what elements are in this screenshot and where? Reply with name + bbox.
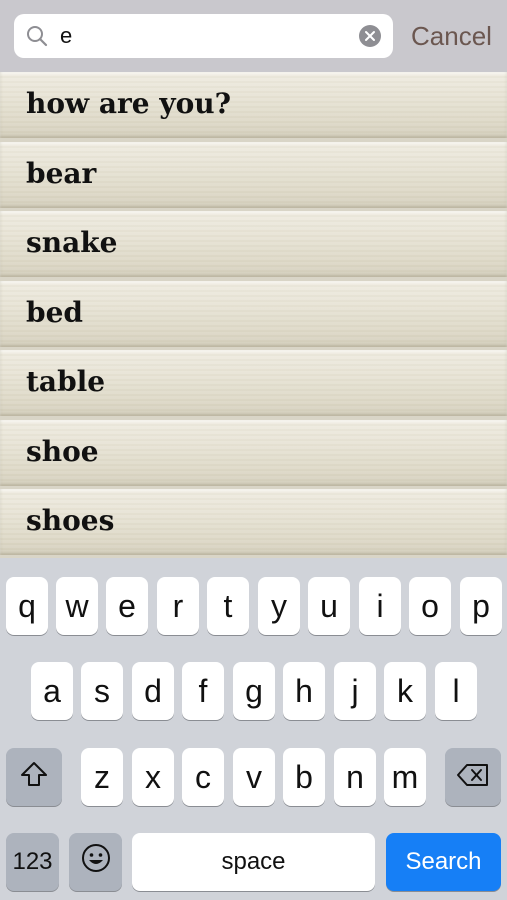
key-d[interactable]: d: [132, 662, 174, 720]
search-input[interactable]: [60, 22, 360, 50]
key-h[interactable]: h: [283, 662, 325, 720]
key-v[interactable]: v: [233, 748, 275, 806]
results-list: how are you? bear snake bed table shoe s…: [0, 72, 507, 558]
key-m[interactable]: m: [384, 748, 426, 806]
result-row[interactable]: table: [0, 350, 507, 416]
key-g[interactable]: g: [233, 662, 275, 720]
keyboard: q w e r t y u i o p a s d f g h j k l z …: [0, 558, 507, 900]
key-x[interactable]: x: [132, 748, 174, 806]
result-row[interactable]: snake: [0, 211, 507, 277]
key-y[interactable]: y: [258, 577, 300, 635]
key-t[interactable]: t: [207, 577, 249, 635]
delete-key[interactable]: [445, 748, 501, 806]
result-row[interactable]: shoes: [0, 489, 507, 555]
key-n[interactable]: n: [334, 748, 376, 806]
key-k[interactable]: k: [384, 662, 426, 720]
result-label: bear: [26, 157, 97, 190]
emoji-icon: [80, 842, 112, 882]
key-r[interactable]: r: [157, 577, 199, 635]
key-c[interactable]: c: [182, 748, 224, 806]
result-label: shoes: [26, 504, 115, 537]
result-label: shoe: [26, 435, 99, 468]
search-header: Cancel: [0, 0, 507, 72]
key-l[interactable]: l: [435, 662, 477, 720]
shift-key[interactable]: [6, 748, 62, 806]
result-label: table: [26, 365, 106, 398]
clear-search-icon[interactable]: [359, 25, 381, 47]
key-i[interactable]: i: [359, 577, 401, 635]
result-label: how are you?: [26, 87, 232, 120]
space-key[interactable]: space: [132, 833, 375, 891]
result-row[interactable]: shoe: [0, 420, 507, 486]
result-row[interactable]: how are you?: [0, 72, 507, 138]
search-box[interactable]: [14, 14, 393, 58]
key-a[interactable]: a: [31, 662, 73, 720]
key-z[interactable]: z: [81, 748, 123, 806]
key-w[interactable]: w: [56, 577, 98, 635]
key-e[interactable]: e: [106, 577, 148, 635]
key-s[interactable]: s: [81, 662, 123, 720]
backspace-icon: [456, 759, 490, 796]
key-p[interactable]: p: [460, 577, 502, 635]
result-label: bed: [26, 296, 83, 329]
key-o[interactable]: o: [409, 577, 451, 635]
numbers-key[interactable]: 123: [6, 833, 59, 891]
emoji-key[interactable]: [69, 833, 122, 891]
shift-icon: [19, 759, 49, 796]
key-u[interactable]: u: [308, 577, 350, 635]
search-icon: [26, 25, 48, 47]
result-row[interactable]: bear: [0, 142, 507, 208]
key-q[interactable]: q: [6, 577, 48, 635]
result-label: snake: [26, 226, 118, 259]
result-row[interactable]: bed: [0, 281, 507, 347]
cancel-button[interactable]: Cancel: [411, 18, 492, 54]
key-f[interactable]: f: [182, 662, 224, 720]
key-j[interactable]: j: [334, 662, 376, 720]
search-key[interactable]: Search: [386, 833, 501, 891]
key-b[interactable]: b: [283, 748, 325, 806]
